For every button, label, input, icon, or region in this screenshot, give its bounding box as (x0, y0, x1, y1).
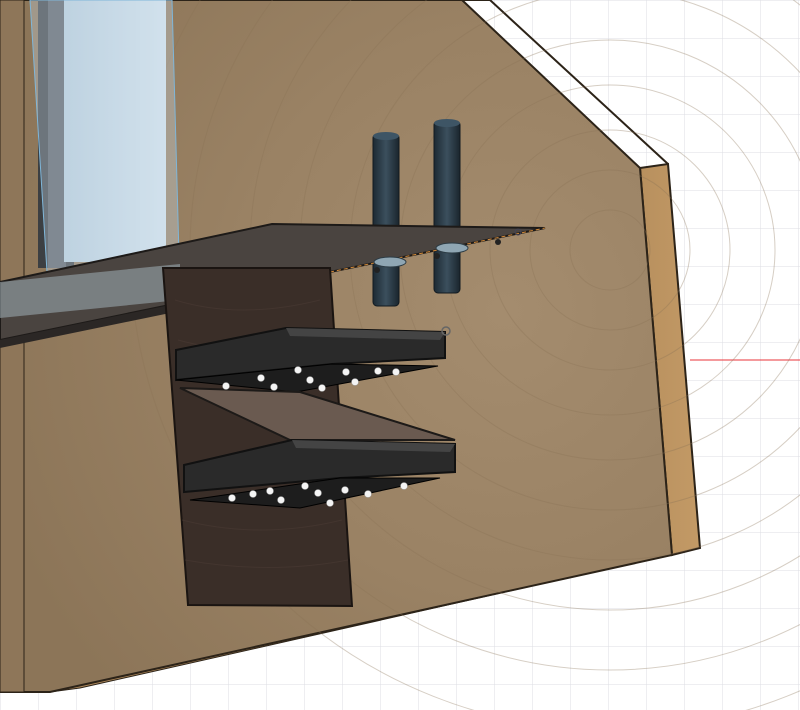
led-light (257, 374, 265, 382)
led-light (364, 490, 372, 498)
tube-left[interactable] (372, 133, 400, 307)
led-light (342, 368, 350, 376)
tube-right-cap (434, 119, 460, 127)
led-light (249, 490, 257, 498)
led-light (400, 482, 408, 490)
led-light (392, 368, 400, 376)
led-light (314, 489, 322, 497)
led-light (301, 482, 309, 490)
led-light (351, 378, 359, 386)
tube-right[interactable] (433, 120, 461, 294)
viewport-canvas[interactable] (0, 0, 800, 710)
led-light (228, 494, 236, 502)
led-light (222, 382, 230, 390)
led-light (294, 366, 302, 374)
led-light (266, 487, 274, 495)
tube-left-cap (373, 132, 399, 140)
led-light (326, 499, 334, 507)
led-light (318, 384, 326, 392)
led-light (270, 383, 278, 391)
led-light (277, 496, 285, 504)
led-light (306, 376, 314, 384)
led-light (341, 486, 349, 494)
cad-viewport[interactable] (0, 0, 800, 710)
led-light (374, 367, 382, 375)
